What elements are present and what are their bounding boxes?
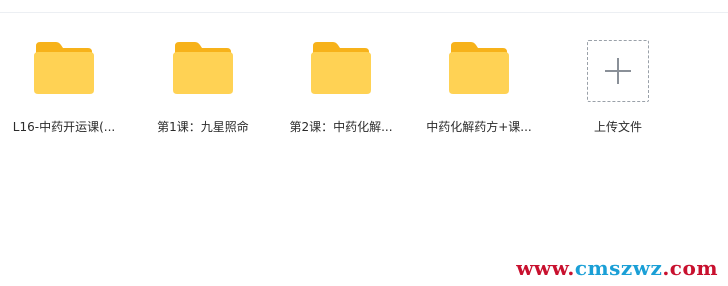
watermark-part-2: cmszwz [574,256,663,280]
folder-icon [34,42,94,94]
folder-item-4[interactable]: 中药化解药方+课... [419,36,539,146]
upload-dropzone[interactable] [587,40,649,102]
folder-label: 第1课：九星照命 [157,120,249,134]
folder-item-2[interactable]: 第1课：九星照命 [143,36,263,146]
folder-icon [311,42,371,94]
file-grid: L16-中药开运课(... 第1课：九星照命 第2课：中药化解... 中药化解药… [0,0,728,286]
upload-label: 上传文件 [593,120,642,134]
folder-label: 第2课：中药化解... [289,120,393,134]
site-watermark: www.cmszwz.com [516,256,718,280]
folder-item-3[interactable]: 第2课：中药化解... [281,36,401,146]
folder-label: L16-中药开运课(... [12,120,116,134]
folder-item-1[interactable]: L16-中药开运课(... [4,36,124,146]
folder-icon [449,42,509,94]
folder-icon [173,42,233,94]
watermark-part-3: .com [662,256,718,280]
watermark-part-1: www. [516,256,575,280]
upload-file-button[interactable]: 上传文件 [558,36,678,146]
plus-icon [605,58,631,84]
folder-label: 中药化解药方+课... [426,120,532,134]
